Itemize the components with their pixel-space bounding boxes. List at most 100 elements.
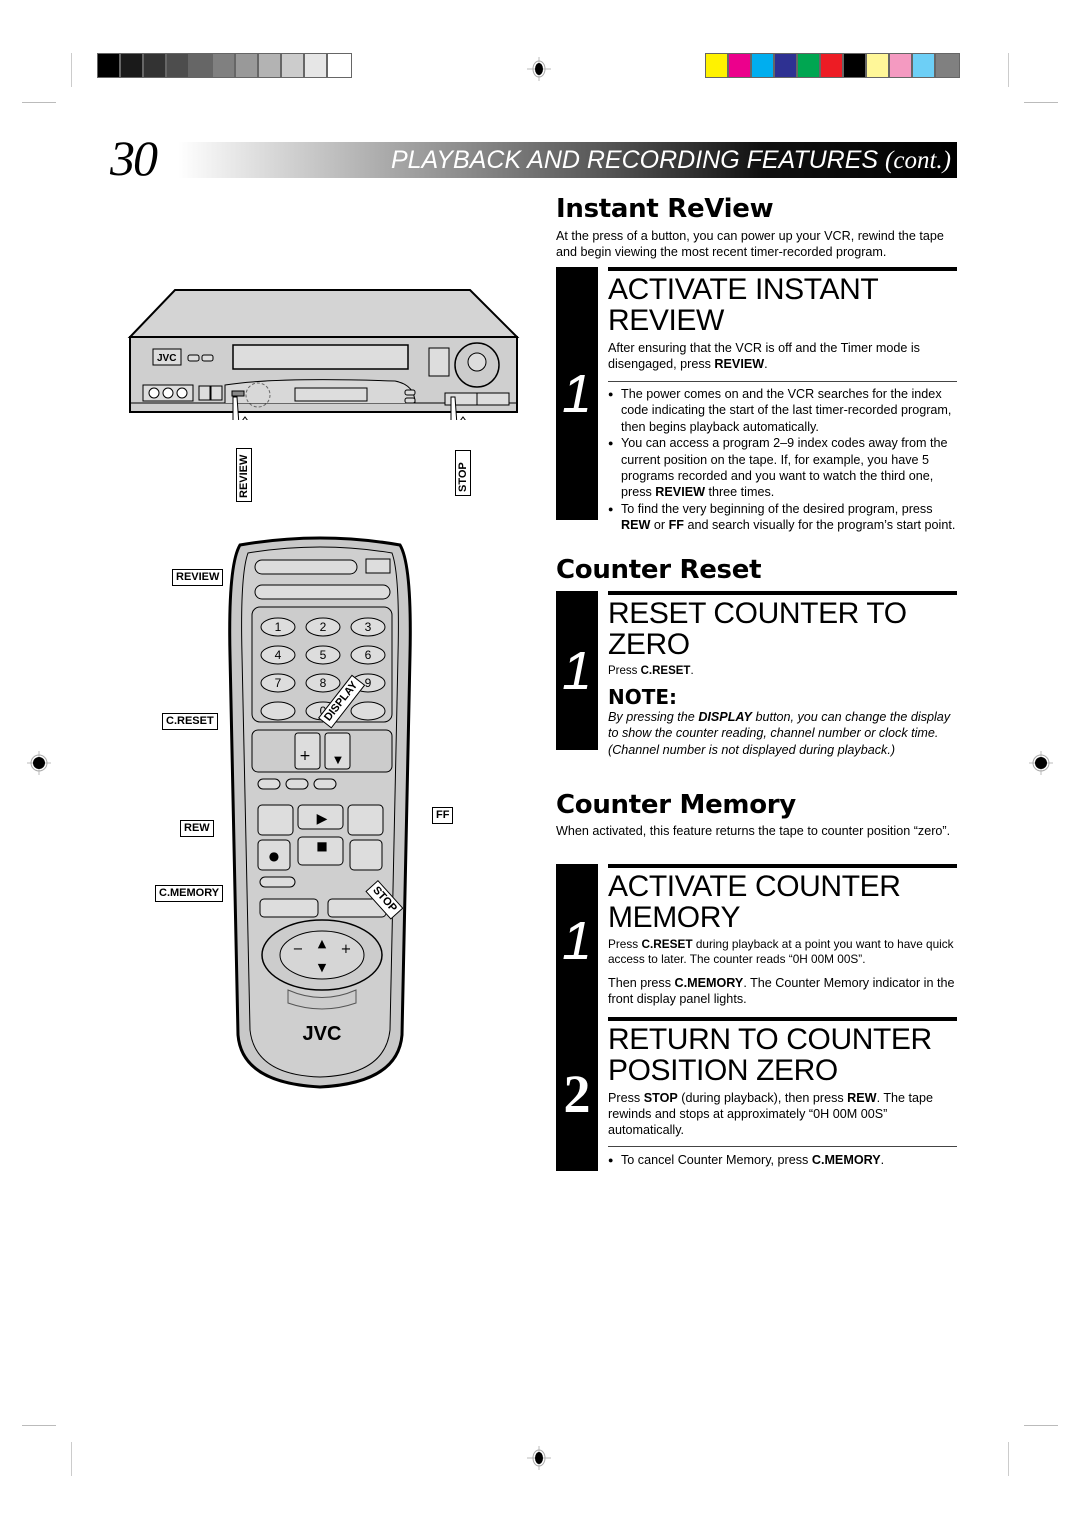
color-swatch bbox=[821, 54, 844, 77]
keypad-label: 8 bbox=[320, 676, 327, 690]
crop-mark bbox=[22, 102, 56, 103]
color-bar bbox=[705, 53, 960, 78]
step-number: 2 bbox=[556, 1017, 598, 1171]
rule bbox=[608, 864, 957, 868]
step-heading: ACTIVATE INSTANT REVIEW bbox=[608, 273, 878, 337]
remote-illustration: 1234567890 ■ ▶ ● ▲ ▼ − + + ▼ JVC bbox=[228, 536, 412, 1089]
header-title-suffix: (cont.) bbox=[885, 147, 951, 174]
callout-review: REVIEW bbox=[172, 569, 224, 586]
gray-swatch bbox=[236, 54, 259, 77]
bullet-item: To find the very beginning of the desire… bbox=[608, 501, 957, 534]
rule bbox=[608, 591, 957, 595]
record-button-glyph: ● bbox=[269, 849, 279, 863]
counter-reset-title: Counter Reset bbox=[556, 555, 762, 585]
bullet-list: The power comes on and the VCR searches … bbox=[608, 386, 957, 534]
minus-glyph: − bbox=[293, 942, 304, 957]
color-swatch bbox=[844, 54, 867, 77]
gray-swatch bbox=[98, 54, 121, 77]
bullet-item: The power comes on and the VCR searches … bbox=[608, 386, 957, 435]
remote-brand-logo: JVC bbox=[303, 1023, 342, 1045]
color-swatch bbox=[775, 54, 798, 77]
keypad-label: 9 bbox=[365, 676, 372, 690]
plus-glyph: + bbox=[299, 748, 311, 764]
gray-swatch bbox=[328, 54, 351, 77]
crop-mark bbox=[71, 53, 72, 87]
play-button-glyph: ▶ bbox=[317, 811, 328, 827]
callout-ff: FF bbox=[432, 807, 454, 824]
step-heading: RESET COUNTER TO ZERO bbox=[608, 597, 907, 661]
page-number: 30 bbox=[110, 130, 158, 186]
section-header-bar: PLAYBACK AND RECORDING FEATURES (cont.) bbox=[178, 142, 957, 178]
color-swatch bbox=[729, 54, 752, 77]
gray-swatch bbox=[144, 54, 167, 77]
counter-memory-title: Counter Memory bbox=[556, 790, 796, 820]
bullet-list: To cancel Counter Memory, press C.MEMORY… bbox=[608, 1152, 957, 1169]
callout-review: REVIEW bbox=[236, 448, 252, 502]
crop-mark bbox=[1008, 53, 1009, 87]
up-arrow-glyph: ▲ bbox=[318, 937, 327, 950]
counter-memory-intro: When activated, this feature returns the… bbox=[556, 824, 951, 838]
step-heading: ACTIVATE COUNTER MEMORY bbox=[608, 870, 901, 934]
note-title: NOTE: bbox=[608, 685, 678, 709]
crop-mark bbox=[1024, 1425, 1058, 1426]
bullet-item: To cancel Counter Memory, press C.MEMORY… bbox=[608, 1152, 957, 1169]
callout-c-memory: C.MEMORY bbox=[155, 885, 224, 902]
step-instruction: Press STOP (during playback), then press… bbox=[608, 1091, 934, 1137]
gray-swatch bbox=[190, 54, 213, 77]
crop-mark bbox=[22, 1425, 56, 1426]
registration-mark-icon bbox=[1029, 751, 1053, 775]
step-activate-counter-memory: 1 ACTIVATE COUNTER MEMORY Press C.RESET d… bbox=[556, 864, 957, 1017]
keypad-label: 2 bbox=[320, 620, 327, 634]
color-swatch bbox=[867, 54, 890, 77]
crop-mark bbox=[1024, 102, 1058, 103]
callout-rew: REW bbox=[180, 820, 214, 837]
callout-stop: STOP bbox=[455, 450, 471, 496]
color-swatch bbox=[913, 54, 936, 77]
instant-review-intro: At the press of a button, you can power … bbox=[556, 229, 944, 259]
step-instruction: Then press C.MEMORY. The Counter Memory … bbox=[608, 976, 955, 1006]
gray-swatch bbox=[167, 54, 190, 77]
registration-mark-icon bbox=[27, 751, 51, 775]
step-heading: RETURN TO COUNTER POSITION ZERO bbox=[608, 1023, 932, 1087]
callout-c-reset: C.RESET bbox=[162, 713, 218, 730]
down-arrow-glyph: ▼ bbox=[318, 961, 327, 974]
gray-swatch bbox=[259, 54, 282, 77]
vcr-brand-logo: JVC bbox=[157, 353, 176, 364]
rule bbox=[608, 381, 957, 382]
step-activate-instant-review: 1 ACTIVATE INSTANT REVIEW After ensuring… bbox=[556, 267, 957, 532]
gray-swatch bbox=[305, 54, 328, 77]
step-reset-counter: 1 RESET COUNTER TO ZERO Press C.RESET. N… bbox=[556, 591, 957, 757]
keypad-label: 1 bbox=[275, 620, 282, 634]
rule bbox=[608, 1017, 957, 1021]
color-swatch bbox=[752, 54, 775, 77]
step-number: 1 bbox=[556, 591, 598, 750]
gray-swatch bbox=[121, 54, 144, 77]
plus-glyph: + bbox=[341, 942, 352, 957]
gray-swatch bbox=[213, 54, 236, 77]
rule bbox=[608, 1146, 957, 1147]
step-instruction: Press C.RESET. bbox=[608, 665, 694, 677]
keypad-label: 3 bbox=[365, 620, 372, 634]
step-return-to-zero: 2 RETURN TO COUNTER POSITION ZERO Press S… bbox=[556, 1017, 957, 1171]
rule bbox=[608, 267, 957, 271]
registration-mark-icon bbox=[527, 57, 551, 81]
color-swatch bbox=[890, 54, 913, 77]
keypad-label: 4 bbox=[275, 648, 282, 662]
crop-mark bbox=[1008, 1442, 1009, 1476]
section-header-title: PLAYBACK AND RECORDING FEATURES (cont.) bbox=[391, 144, 951, 177]
bullet-item: You can access a program 2–9 index codes… bbox=[608, 435, 957, 501]
step-instruction: Press C.RESET during playback at a point… bbox=[608, 937, 954, 966]
registration-mark-icon bbox=[527, 1446, 551, 1470]
keypad-label: 5 bbox=[320, 648, 327, 662]
color-swatch bbox=[706, 54, 729, 77]
instant-review-title: Instant ReView bbox=[556, 194, 774, 224]
keypad-label: 6 bbox=[365, 648, 372, 662]
step-number: 1 bbox=[556, 864, 598, 1017]
function-button bbox=[350, 701, 386, 721]
color-swatch bbox=[936, 54, 959, 77]
function-button bbox=[260, 701, 296, 721]
vcr-illustration: JVC bbox=[127, 289, 520, 420]
step-instruction: After ensuring that the VCR is off and t… bbox=[608, 341, 920, 371]
crop-mark bbox=[71, 1442, 72, 1476]
grayscale-bar bbox=[97, 53, 352, 78]
